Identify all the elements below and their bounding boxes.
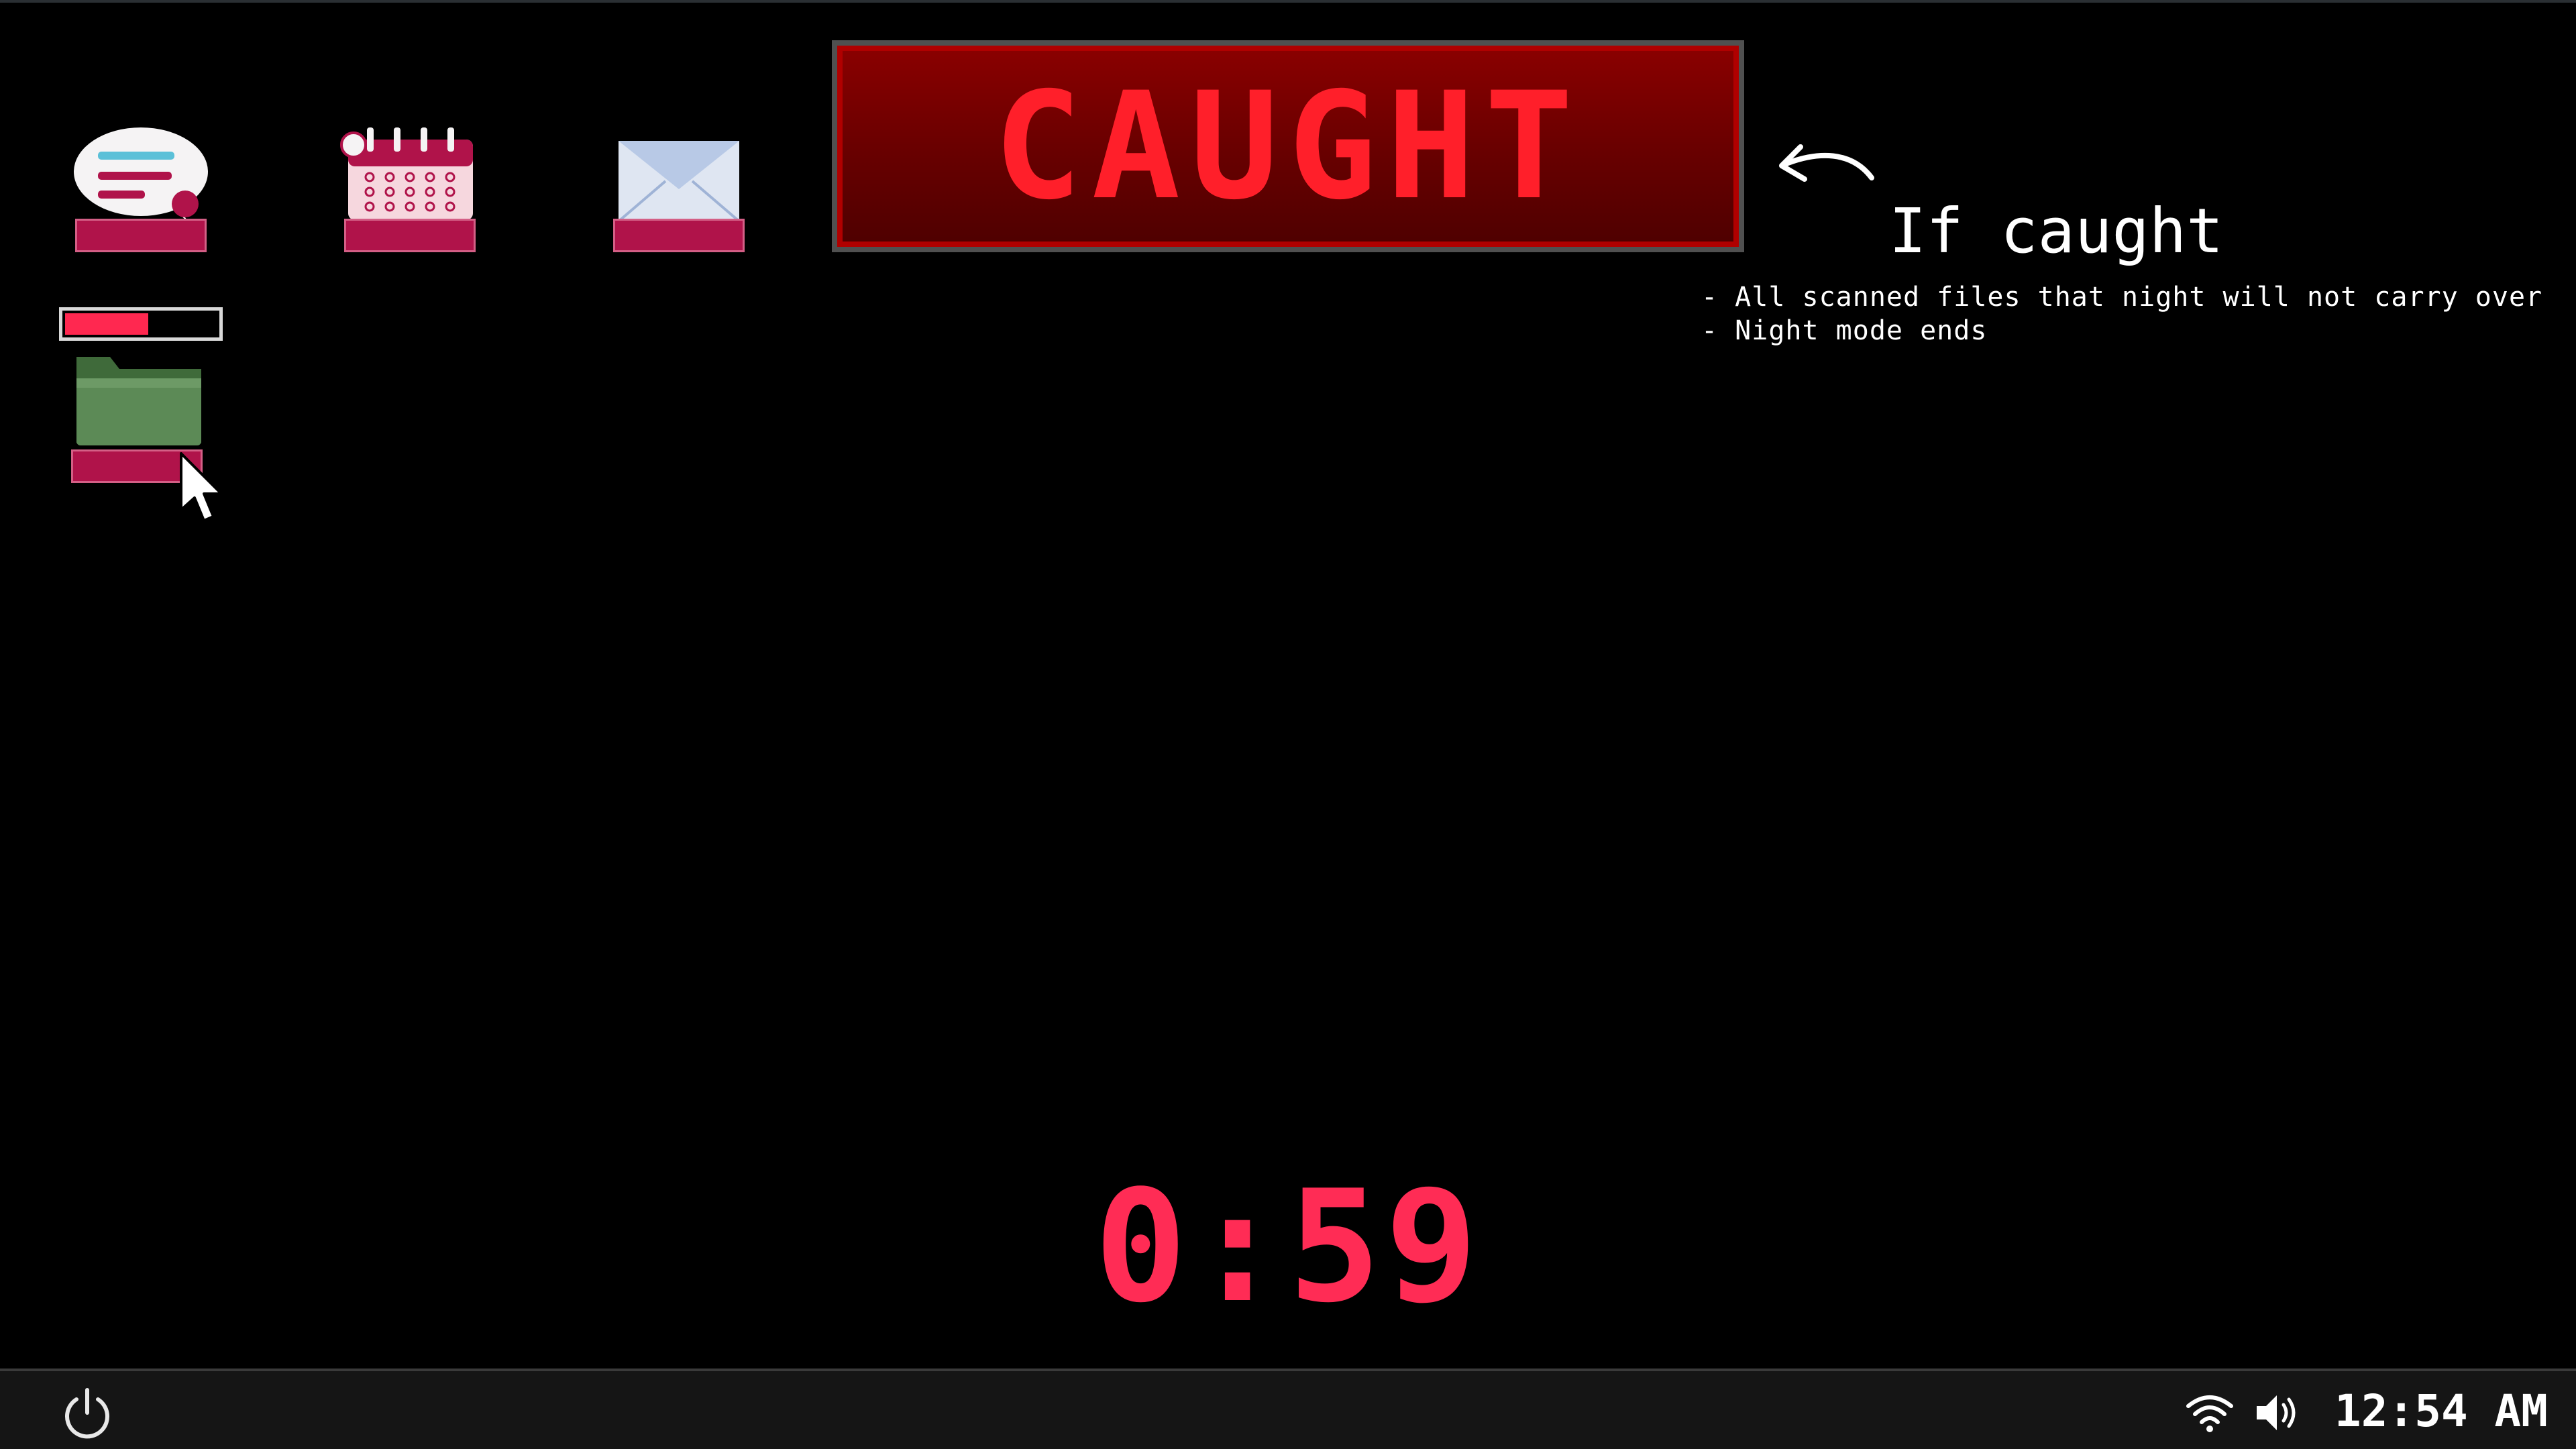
desktop-screen: CAUGHT If caught - All scanned files tha… <box>0 0 2576 1449</box>
desktop-icon-calendar[interactable] <box>340 125 481 266</box>
curved-arrow-icon <box>1779 144 1874 182</box>
taskbar: 12:54 AM <box>0 1368 2576 1449</box>
calendar-icon <box>340 127 473 220</box>
desktop-icon-label <box>613 219 745 252</box>
desktop-icon-email[interactable] <box>609 125 750 266</box>
caught-banner: CAUGHT <box>832 40 1744 252</box>
info-line: - All scanned files that night will not … <box>1701 282 2543 313</box>
desktop-icon-label <box>75 219 207 252</box>
wifi-icon[interactable] <box>2184 1391 2235 1434</box>
scan-progress-fill <box>65 313 148 335</box>
countdown-timer: 0:59 <box>1094 1158 1482 1337</box>
power-icon[interactable] <box>54 1386 121 1440</box>
top-border <box>0 0 2576 3</box>
caught-title: CAUGHT <box>993 60 1583 232</box>
folder-icon <box>76 357 201 445</box>
info-line: - Night mode ends <box>1701 315 1988 346</box>
speaker-icon[interactable] <box>2253 1390 2304 1436</box>
desktop-icon-label <box>344 219 476 252</box>
envelope-icon <box>617 141 741 223</box>
scan-progress-bar <box>59 307 223 341</box>
desktop-icon-messenger[interactable] <box>71 125 212 266</box>
mouse-cursor-icon <box>180 452 223 522</box>
chat-bubble-icon <box>74 127 208 225</box>
taskbar-clock: 12:54 AM <box>2334 1385 2548 1437</box>
info-heading: If caught <box>1889 195 2224 267</box>
